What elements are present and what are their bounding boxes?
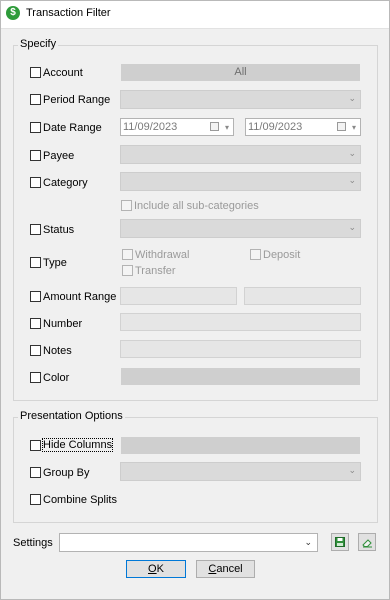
category-label: Category <box>43 177 88 189</box>
hide-columns-label: Hide Columns <box>41 438 114 452</box>
payee-checkbox[interactable] <box>30 150 41 161</box>
status-checkbox[interactable] <box>30 224 41 235</box>
notes-checkbox[interactable] <box>30 345 41 356</box>
amount-range-checkbox[interactable] <box>30 291 41 302</box>
settings-label: Settings <box>13 537 53 549</box>
number-field[interactable] <box>120 313 361 331</box>
withdrawal-label: Withdrawal <box>135 249 190 261</box>
ok-button[interactable]: OK <box>126 560 186 578</box>
deposit-label: Deposit <box>263 249 301 261</box>
date-range-label: Date Range <box>43 122 102 134</box>
payee-label: Payee <box>43 150 75 162</box>
group-by-label: Group By <box>43 467 90 479</box>
account-field[interactable]: All <box>121 64 360 81</box>
chevron-down-icon: ⌄ <box>348 175 356 185</box>
dropdown-arrow-icon: ▾ <box>351 123 356 132</box>
type-label: Type <box>43 257 67 269</box>
color-field[interactable] <box>121 368 360 385</box>
deposit-checkbox[interactable] <box>250 249 261 260</box>
hide-columns-field[interactable] <box>121 437 360 454</box>
group-by-select[interactable]: ⌄ <box>120 462 361 481</box>
window-title: Transaction Filter <box>26 7 111 19</box>
include-subcategories-label: Include all sub-categories <box>134 200 259 212</box>
save-icon <box>335 537 345 547</box>
chevron-down-icon: ⌄ <box>348 93 356 103</box>
category-checkbox[interactable] <box>30 177 41 188</box>
group-by-checkbox[interactable] <box>30 467 41 478</box>
save-settings-button[interactable] <box>331 533 349 551</box>
specify-group-label: Specify <box>18 38 59 50</box>
date-to-picker[interactable]: 11/09/2023 ▾ <box>245 118 361 136</box>
amount-max-field[interactable] <box>244 287 361 305</box>
amount-min-field[interactable] <box>120 287 237 305</box>
clear-settings-button[interactable] <box>358 533 376 551</box>
money-app-icon: $ <box>6 6 20 20</box>
period-range-label: Period Range <box>43 94 111 106</box>
status-select[interactable]: ⌄ <box>120 219 361 238</box>
account-label: Account <box>43 67 83 79</box>
cancel-button[interactable]: Cancel <box>196 560 255 578</box>
date-from-picker[interactable]: 11/09/2023 ▾ <box>120 118 234 136</box>
eraser-icon <box>361 539 372 548</box>
presentation-group-label: Presentation Options <box>18 410 125 422</box>
status-label: Status <box>43 224 75 236</box>
withdrawal-checkbox[interactable] <box>122 249 133 260</box>
date-to-value: 11/09/2023 <box>248 121 303 133</box>
transfer-checkbox[interactable] <box>122 265 133 276</box>
transfer-label: Transfer <box>135 265 176 277</box>
type-checkbox[interactable] <box>30 257 41 268</box>
period-range-checkbox[interactable] <box>30 94 41 105</box>
settings-select[interactable]: ⌄ <box>59 533 318 552</box>
number-checkbox[interactable] <box>30 318 41 329</box>
chevron-down-icon: ⌄ <box>304 537 312 547</box>
combine-splits-checkbox[interactable] <box>30 494 41 505</box>
ok-label: K <box>156 563 164 575</box>
period-range-select[interactable]: ⌄ <box>120 90 361 109</box>
date-from-value: 11/09/2023 <box>123 121 178 133</box>
chevron-down-icon: ⌄ <box>348 222 356 232</box>
calendar-icon <box>210 122 219 131</box>
notes-label: Notes <box>43 345 72 357</box>
chevron-down-icon: ⌄ <box>348 465 356 475</box>
combine-splits-label: Combine Splits <box>43 494 117 506</box>
notes-field[interactable] <box>120 340 361 358</box>
number-label: Number <box>43 318 83 330</box>
amount-range-label: Amount Range <box>43 291 117 303</box>
account-checkbox[interactable] <box>30 67 41 78</box>
date-range-checkbox[interactable] <box>30 122 41 133</box>
category-select[interactable]: ⌄ <box>120 172 361 191</box>
include-subcategories-checkbox[interactable] <box>121 200 132 211</box>
color-label: Color <box>43 372 70 384</box>
chevron-down-icon: ⌄ <box>348 148 356 158</box>
ok-mnemonic: O <box>148 563 157 575</box>
payee-select[interactable]: ⌄ <box>120 145 361 164</box>
hide-columns-checkbox[interactable] <box>30 440 41 451</box>
calendar-icon <box>337 122 346 131</box>
cancel-label: ancel <box>216 563 243 575</box>
dropdown-arrow-icon: ▾ <box>224 123 229 132</box>
color-checkbox[interactable] <box>30 372 41 383</box>
